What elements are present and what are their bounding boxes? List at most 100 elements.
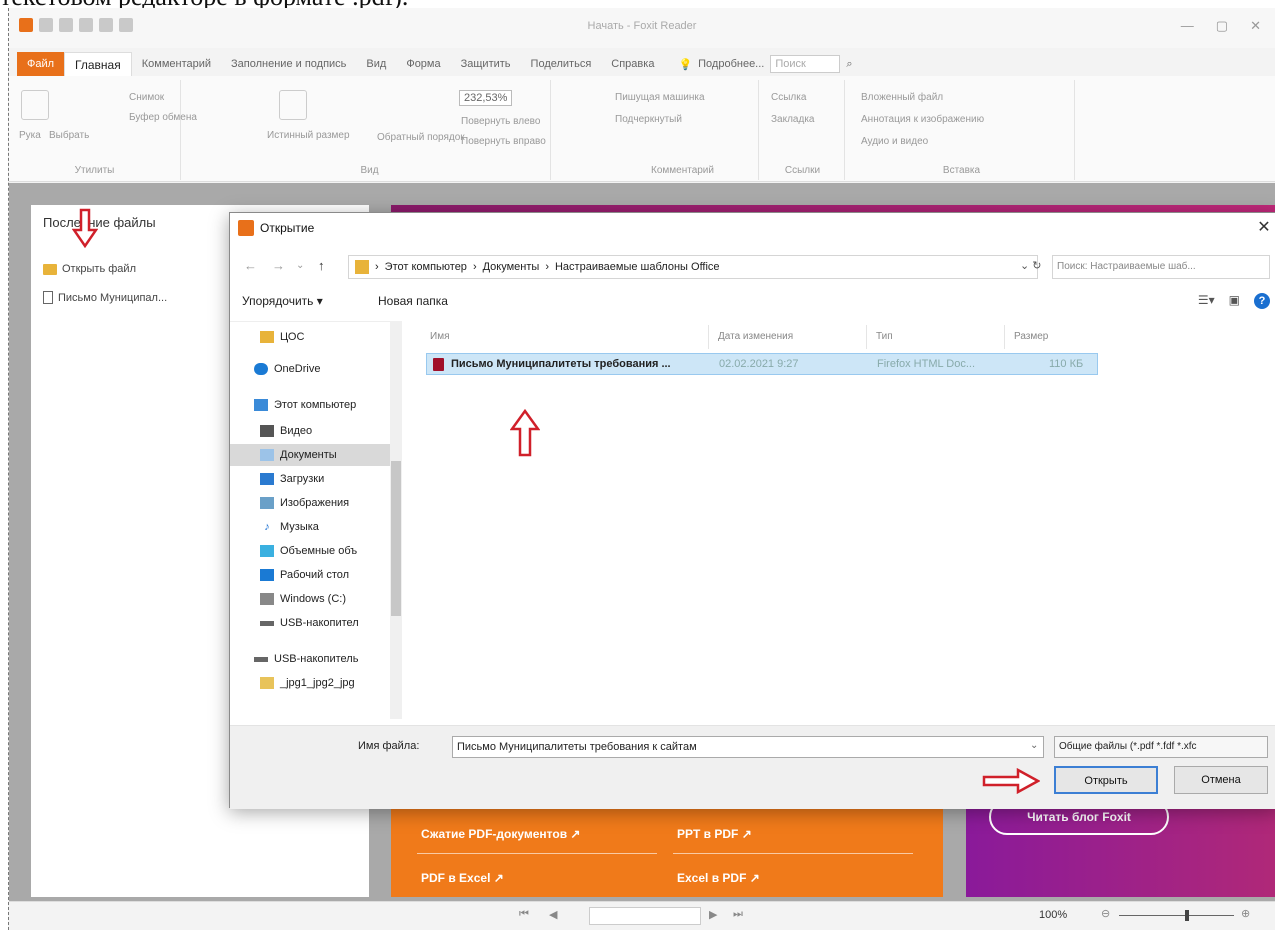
next-page-icon[interactable]: ▶ bbox=[709, 908, 717, 921]
tab-file[interactable]: Файл bbox=[17, 52, 65, 76]
nav-item-images[interactable]: Изображения bbox=[230, 492, 390, 514]
link-button[interactable]: Ссылка bbox=[771, 92, 806, 103]
tab-help[interactable]: Справка bbox=[601, 52, 664, 76]
nav-item-desktop[interactable]: Рабочий стол bbox=[230, 564, 390, 586]
column-header-date[interactable]: Дата изменения bbox=[718, 331, 793, 342]
breadcrumb-documents[interactable]: Документы bbox=[483, 261, 540, 273]
breadcrumb-this-pc[interactable]: Этот компьютер bbox=[385, 261, 467, 273]
search-icon[interactable]: ⌕ bbox=[846, 58, 852, 71]
open-file-link[interactable]: Открыть файл bbox=[43, 263, 136, 275]
organize-button[interactable]: Упорядочить ▾ bbox=[242, 294, 323, 308]
image-annotation-button[interactable]: Аннотация к изображению bbox=[861, 114, 984, 125]
bookmark-button[interactable]: Закладка bbox=[771, 114, 814, 125]
minimize-icon[interactable]: — bbox=[1181, 18, 1194, 34]
page-number-input[interactable] bbox=[589, 907, 701, 925]
up-icon[interactable]: ↑ bbox=[318, 258, 325, 273]
tab-fill-sign[interactable]: Заполнение и подпись bbox=[221, 52, 356, 76]
recent-locations-icon[interactable]: ⌄ bbox=[296, 260, 304, 271]
nav-item-usb-1[interactable]: USB-накопител bbox=[230, 612, 390, 634]
actual-size-button[interactable]: Истинный размер bbox=[267, 130, 350, 141]
audio-video-button[interactable]: Аудио и видео bbox=[861, 136, 928, 147]
column-separator bbox=[866, 325, 867, 349]
attachment-button[interactable]: Вложенный файл bbox=[861, 92, 943, 103]
column-header-name[interactable]: Имя bbox=[430, 331, 449, 342]
file-name: Письмо Муниципалитеты требования ... bbox=[451, 358, 671, 370]
open-button[interactable]: Открыть bbox=[1054, 766, 1158, 794]
forward-icon[interactable]: → bbox=[272, 258, 285, 273]
zoom-slider-handle[interactable] bbox=[1185, 910, 1189, 921]
excel-to-pdf-link[interactable]: Excel в PDF ↗ bbox=[677, 871, 760, 885]
file-row[interactable]: Письмо Муниципалитеты требования ... 02.… bbox=[426, 353, 1098, 375]
address-bar[interactable]: › Этот компьютер › Документы › Настраива… bbox=[348, 255, 1038, 279]
recent-file-label: Письмо Муниципал... bbox=[58, 291, 168, 304]
zoom-in-icon[interactable]: ⊕ bbox=[1241, 907, 1250, 920]
tab-view[interactable]: Вид bbox=[356, 52, 396, 76]
nav-item-this-pc[interactable]: Этот компьютер bbox=[230, 394, 390, 416]
hand-icon[interactable] bbox=[21, 90, 49, 120]
column-header-type[interactable]: Тип bbox=[876, 331, 893, 342]
ribbon-search-input[interactable]: Поиск bbox=[770, 55, 841, 73]
zoom-select[interactable]: 232,53% bbox=[459, 90, 513, 106]
select-tool-button[interactable]: Выбрать bbox=[49, 130, 89, 141]
preview-pane-icon[interactable]: ▣ bbox=[1229, 293, 1240, 309]
zoom-out-icon[interactable]: ⊖ bbox=[1101, 907, 1110, 920]
nav-item-documents[interactable]: Документы bbox=[230, 444, 390, 466]
refresh-icon[interactable]: ⌄ ↻ bbox=[1020, 259, 1042, 272]
rotate-left-button[interactable]: Повернуть влево bbox=[461, 116, 540, 127]
maximize-icon[interactable]: ▢ bbox=[1216, 18, 1228, 34]
column-header-size[interactable]: Размер bbox=[1014, 331, 1048, 342]
rotate-right-button[interactable]: Повернуть вправо bbox=[461, 136, 546, 147]
nav-item-music[interactable]: ♪ Музыка bbox=[230, 516, 390, 538]
music-icon: ♪ bbox=[264, 521, 270, 533]
filename-input[interactable]: Письмо Муниципалитеты требования к сайта… bbox=[452, 736, 1044, 758]
chevron-down-icon[interactable]: ⌄ bbox=[1030, 740, 1038, 751]
first-page-icon[interactable]: ⏮ bbox=[519, 908, 529, 921]
prev-page-icon[interactable]: ◀ bbox=[549, 908, 557, 921]
breadcrumb-templates[interactable]: Настраиваемые шаблоны Office bbox=[555, 261, 720, 273]
filename-label: Имя файла: bbox=[358, 740, 420, 752]
document-icon bbox=[43, 291, 53, 304]
typewriter-button[interactable]: Пишущая машинка bbox=[615, 92, 705, 103]
group-label: Комментарий bbox=[651, 165, 714, 176]
nav-item-onedrive[interactable]: OneDrive bbox=[230, 358, 390, 380]
close-icon[interactable]: ✕ bbox=[1254, 217, 1274, 237]
tab-share[interactable]: Поделиться bbox=[521, 52, 602, 76]
actual-size-icon[interactable] bbox=[279, 90, 307, 120]
compress-pdf-link[interactable]: Сжатие PDF-документов ↗ bbox=[421, 827, 580, 841]
documents-icon bbox=[260, 449, 274, 461]
new-folder-button[interactable]: Новая папка bbox=[378, 294, 448, 308]
nav-item-windows-c[interactable]: Windows (C:) bbox=[230, 588, 390, 610]
back-icon[interactable]: ← bbox=[244, 258, 257, 273]
view-options-icon[interactable]: ☰▾ bbox=[1198, 293, 1215, 309]
nav-item-jpg-folder[interactable]: _jpg1_jpg2_jpg bbox=[230, 672, 390, 694]
nav-item-downloads[interactable]: Загрузки bbox=[230, 468, 390, 490]
more-link[interactable]: Подробнее... bbox=[698, 58, 764, 70]
nav-scrollbar-thumb[interactable] bbox=[391, 461, 401, 616]
cancel-button[interactable]: Отмена bbox=[1174, 766, 1268, 794]
ppt-to-pdf-link[interactable]: PPT в PDF ↗ bbox=[677, 827, 752, 841]
file-type-select[interactable]: Общие файлы (*.pdf *.fdf *.xfc bbox=[1054, 736, 1268, 758]
reverse-order-button[interactable]: Обратный порядок bbox=[377, 132, 465, 143]
file-date: 02.02.2021 9:27 bbox=[719, 358, 799, 370]
zoom-slider[interactable] bbox=[1119, 915, 1234, 916]
last-page-icon[interactable]: ⏭ bbox=[733, 908, 743, 921]
breadcrumb-separator: › bbox=[375, 261, 379, 273]
underline-button[interactable]: Подчеркнутый bbox=[615, 114, 682, 125]
tab-form[interactable]: Форма bbox=[396, 52, 450, 76]
nav-item-video[interactable]: Видео bbox=[230, 420, 390, 442]
tab-protect[interactable]: Защитить bbox=[451, 52, 521, 76]
nav-item-usb-2[interactable]: USB-накопитель bbox=[230, 648, 390, 670]
help-icon[interactable]: ? bbox=[1254, 293, 1270, 309]
recent-file-item[interactable]: Письмо Муниципал... bbox=[43, 291, 167, 304]
tab-comment[interactable]: Комментарий bbox=[132, 52, 221, 76]
snapshot-button[interactable]: Снимок bbox=[129, 92, 164, 103]
close-window-icon[interactable]: ✕ bbox=[1250, 18, 1261, 34]
group-label: Вставка bbox=[942, 165, 981, 176]
nav-item-3d-objects[interactable]: Объемные объ bbox=[230, 540, 390, 562]
clipboard-button[interactable]: Буфер обмена bbox=[129, 112, 197, 123]
tab-home[interactable]: Главная bbox=[64, 52, 132, 76]
pdf-to-excel-link[interactable]: PDF в Excel ↗ bbox=[421, 871, 504, 885]
dialog-search-input[interactable]: Поиск: Настраиваемые шаб... bbox=[1052, 255, 1270, 279]
nav-item-cos[interactable]: ЦОС bbox=[230, 326, 390, 348]
hand-tool-button[interactable]: Рука bbox=[19, 130, 41, 141]
